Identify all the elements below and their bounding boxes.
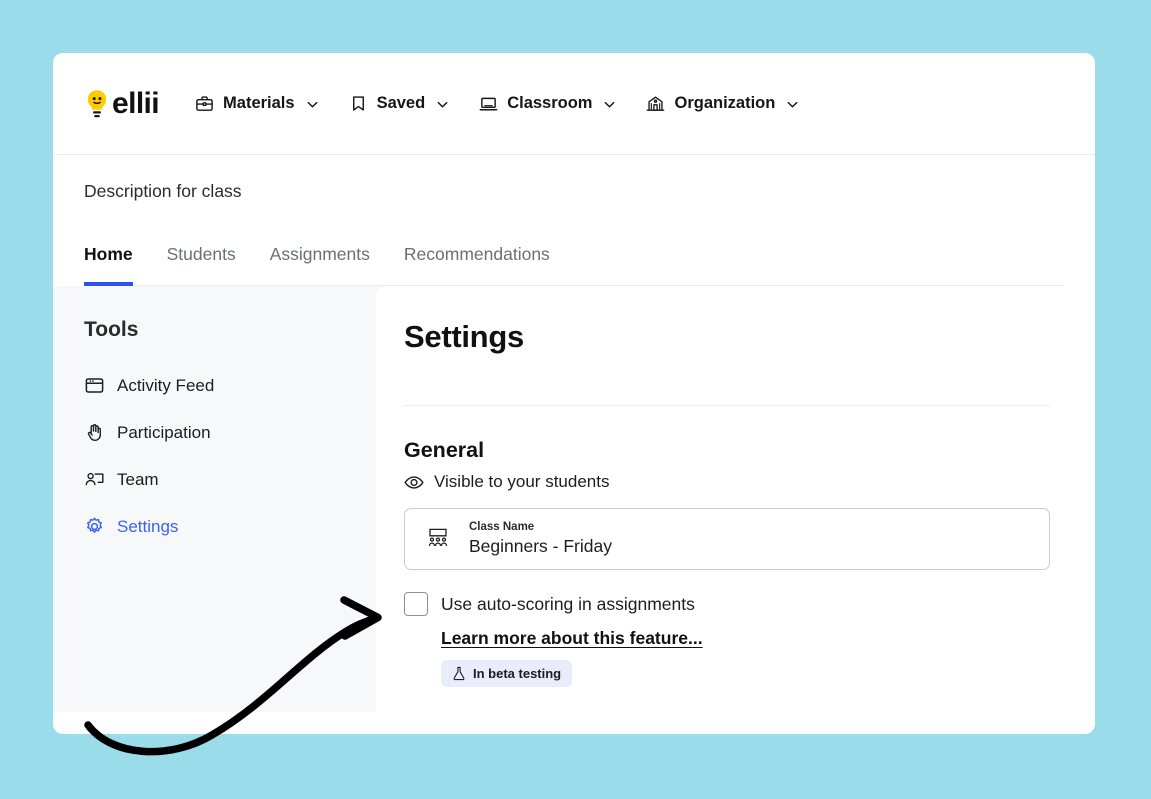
sidebar-item-label: Activity Feed [117,375,215,395]
sidebar-item-activity-feed[interactable]: Activity Feed [84,362,376,409]
sidebar-item-participation[interactable]: Participation [84,409,376,456]
sidebar-item-label: Settings [117,516,179,536]
sidebar-item-label: Team [117,469,159,489]
visibility-status: Visible to your students [404,472,1050,492]
nav-label: Saved [376,94,426,112]
chevron-down-icon [786,97,799,110]
settings-panel: Settings General Visible to your student… [376,286,1095,712]
chevron-down-icon [603,97,616,110]
laptop-icon [479,94,498,113]
divider [404,405,1050,406]
section-heading-general: General [404,438,485,462]
briefcase-icon [195,94,214,113]
classroom-icon [424,526,452,552]
class-name-label: Class Name [469,521,535,534]
eye-icon [404,475,424,490]
class-tabs: Home Students Assignments Recommendation… [84,243,1064,286]
learn-more-link[interactable]: Learn more about this feature... [441,628,703,649]
gear-icon [84,516,105,537]
nav-label: Organization [674,94,776,112]
auto-scoring-checkbox[interactable] [404,592,428,616]
sidebar-item-team[interactable]: Team [84,456,376,503]
bookmark-icon [349,94,368,113]
auto-scoring-row: Use auto-scoring in assignments [404,592,1050,616]
sidebar-item-settings[interactable]: Settings [84,503,376,550]
class-description: Description for class [84,181,242,201]
school-building-icon [646,94,665,113]
class-header: Description for class Home Students Assi… [53,155,1095,286]
class-name-field[interactable]: Class Name Beginners - Friday [404,508,1050,570]
nav-item-saved[interactable]: Saved [349,94,450,113]
tab-students[interactable]: Students [167,244,236,286]
screenshot-canvas: ellii Materials Saved Classroom Organiza… [0,0,1151,799]
nav-item-classroom[interactable]: Classroom [479,94,616,113]
app-window-card: ellii Materials Saved Classroom Organiza… [53,53,1095,734]
tab-home[interactable]: Home [84,244,133,286]
nav-label: Materials [223,94,295,112]
brand-wordmark: ellii [112,86,160,120]
ellii-logo[interactable]: ellii [84,86,160,120]
tab-recommendations[interactable]: Recommendations [404,244,550,286]
top-navigation-bar: ellii Materials Saved Classroom Organiza… [53,53,1095,155]
window-feed-icon [84,375,105,396]
nav-label: Classroom [507,94,593,112]
tab-assignments[interactable]: Assignments [270,244,370,286]
nav-item-organization[interactable]: Organization [646,94,799,113]
chevron-down-icon [306,97,319,110]
visibility-label: Visible to your students [434,472,610,491]
auto-scoring-label: Use auto-scoring in assignments [441,593,695,614]
status-badge: In beta testing [441,660,573,687]
sidebar-item-label: Participation [117,422,211,442]
primary-nav-items: Materials Saved Classroom Organization [195,94,799,113]
chevron-down-icon [436,97,449,110]
sidebar-title: Tools [84,318,139,341]
flask-icon [452,666,466,681]
lightbulb-face-icon [84,88,110,120]
nav-item-materials[interactable]: Materials [195,94,319,113]
tools-sidebar: Tools Activity Feed Participation Team S… [53,286,376,712]
class-body: Tools Activity Feed Participation Team S… [53,286,1095,712]
page-title: Settings [404,319,524,354]
raised-hand-icon [84,422,105,443]
status-badge-label: In beta testing [473,666,562,681]
person-board-icon [84,469,105,490]
class-name-input[interactable]: Beginners - Friday [469,536,612,557]
